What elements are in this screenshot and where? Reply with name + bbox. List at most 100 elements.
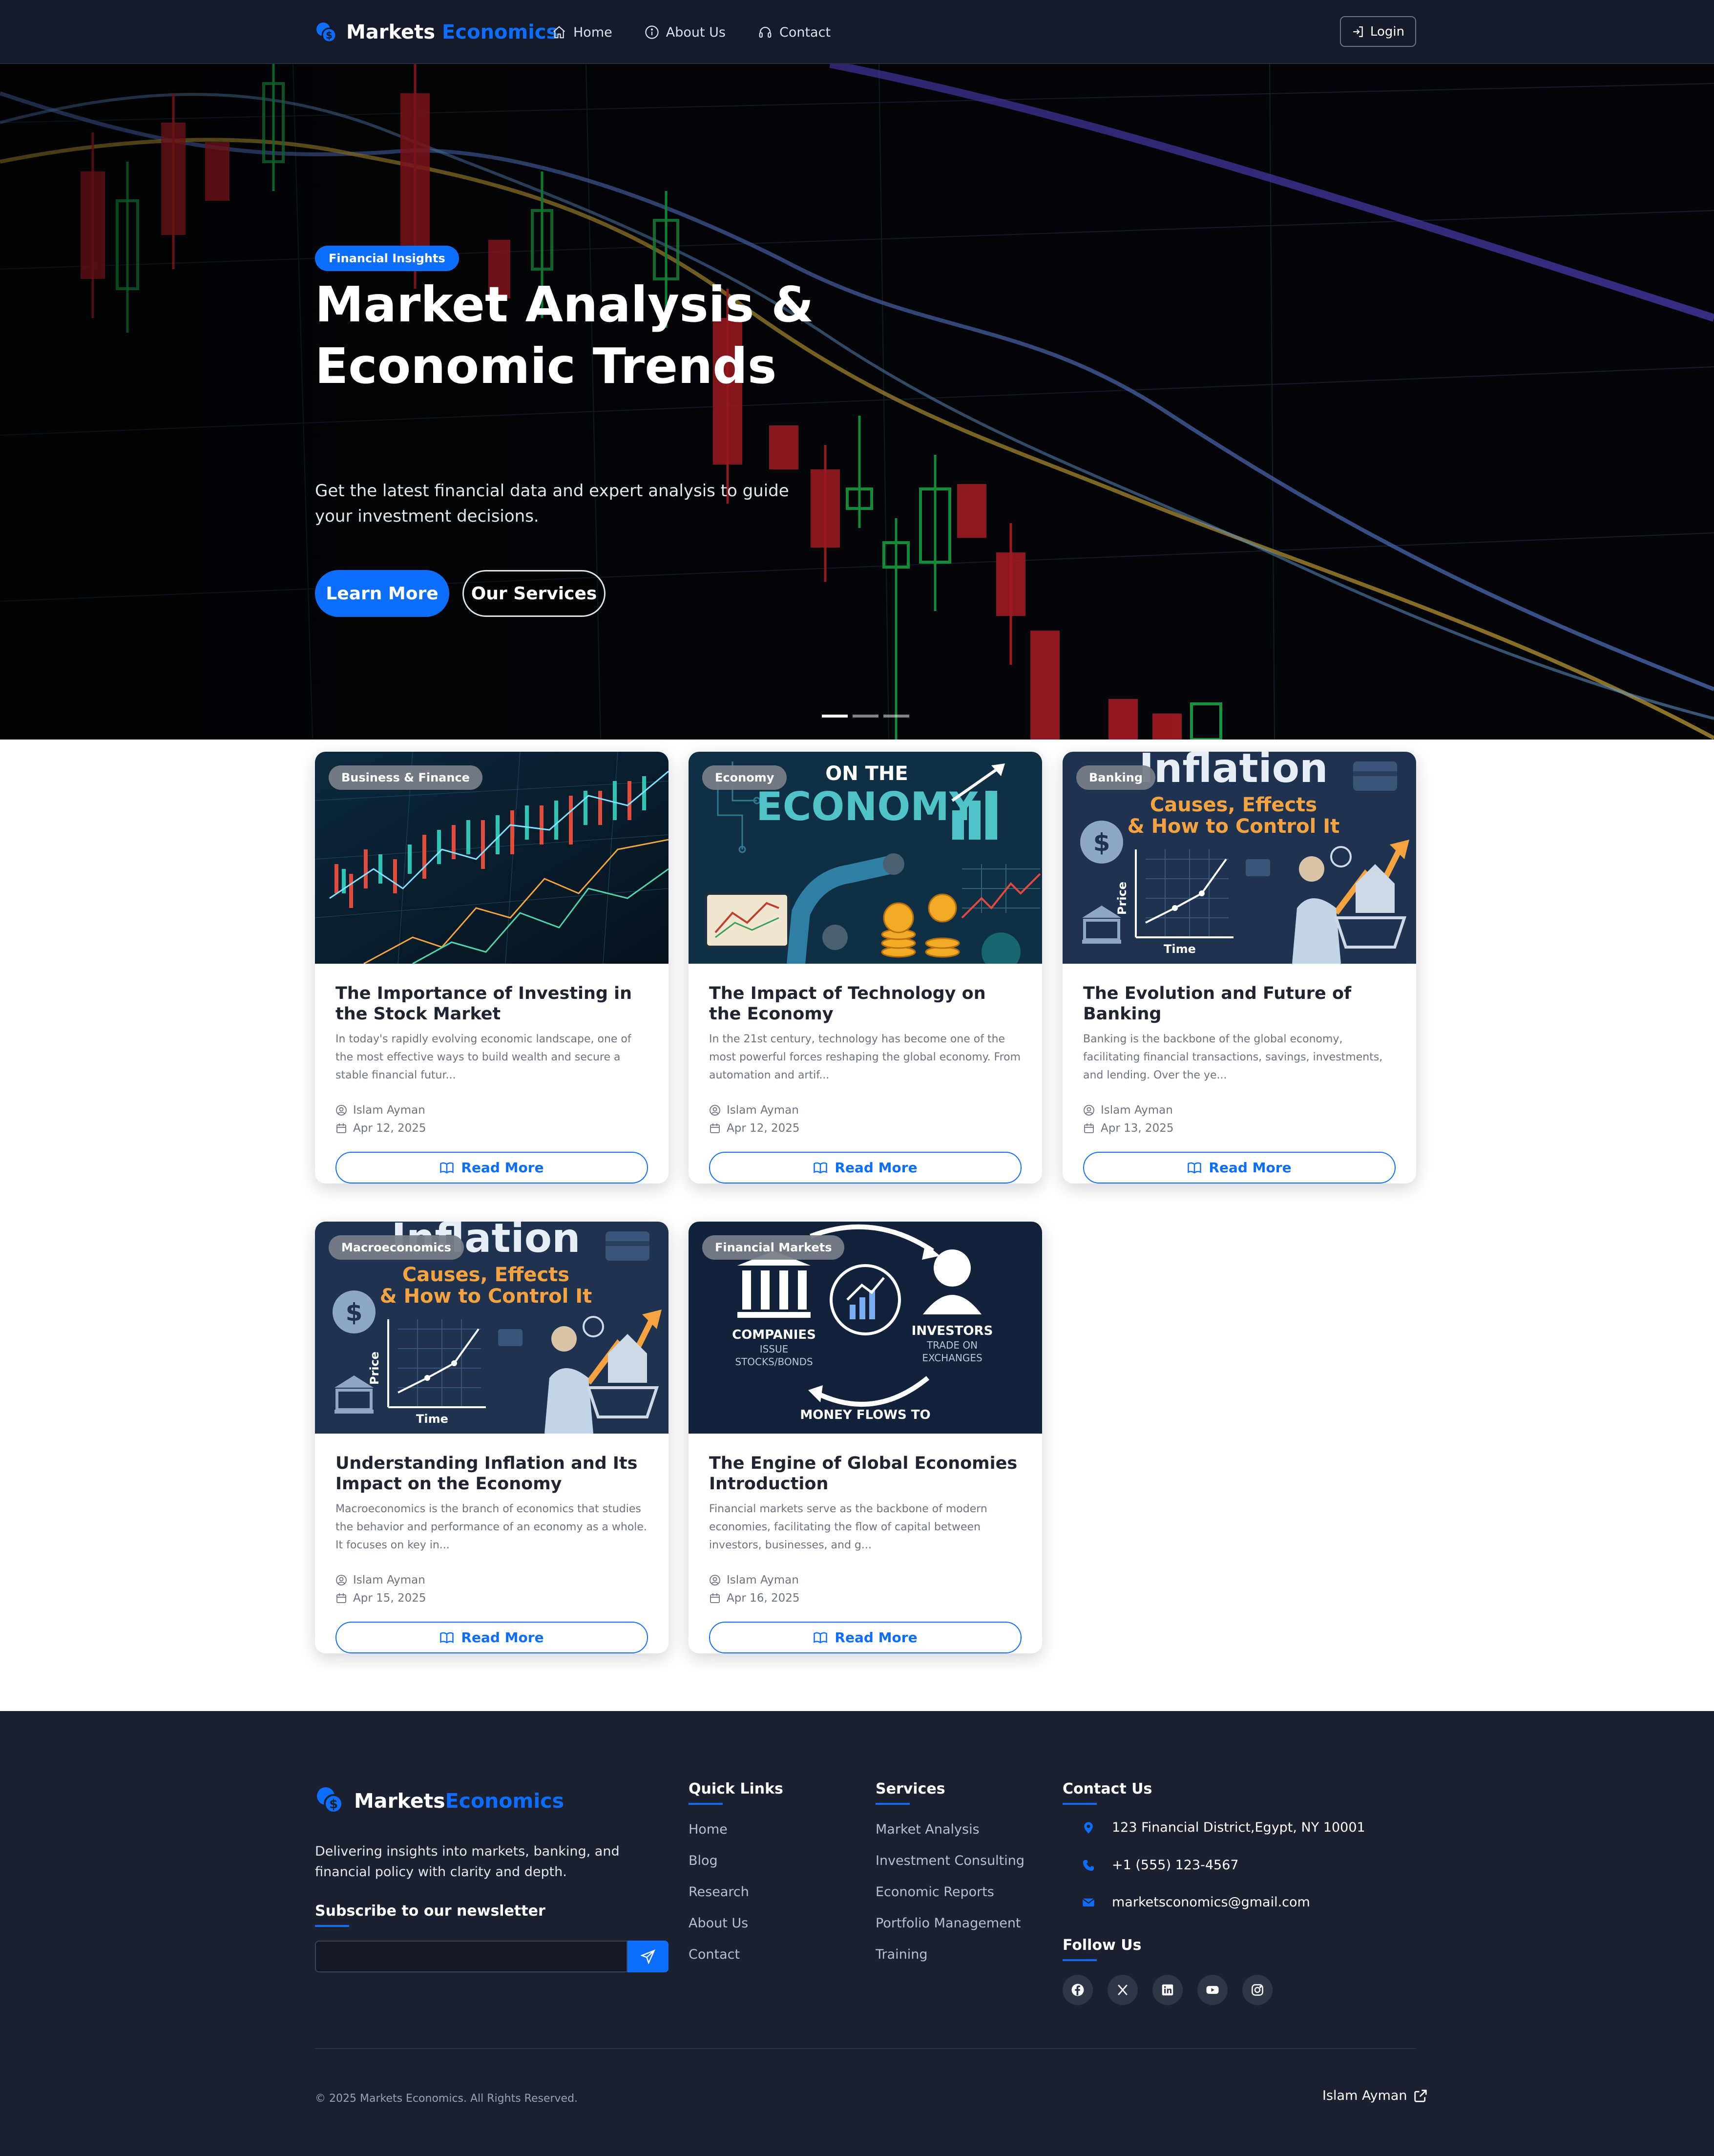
card-excerpt: In the 21st century, technology has beco…	[709, 1033, 1021, 1081]
footer-brand-part2: Economics	[445, 1789, 564, 1813]
svg-text:& How to Control It: & How to Control It	[1128, 815, 1339, 838]
footer-brand[interactable]: $ MarketsEconomics	[315, 1785, 564, 1817]
brand-name: Markets Economics	[346, 21, 558, 43]
facebook-link[interactable]	[1063, 1975, 1093, 2005]
login-button[interactable]: Login	[1340, 16, 1416, 47]
contact-phone-text: +1 (555) 123-4567	[1112, 1858, 1239, 1873]
author-name: Islam Ayman	[727, 1573, 799, 1586]
footer-brand-part1: Markets	[354, 1789, 445, 1813]
service-link-training[interactable]: Training	[876, 1946, 1024, 1977]
card-excerpt: Banking is the backbone of the global ec…	[1083, 1033, 1383, 1081]
author-row: Islam Ayman	[335, 1101, 648, 1119]
svg-text:Causes, Effects: Causes, Effects	[402, 1264, 569, 1286]
date-row: Apr 12, 2025	[709, 1119, 1022, 1137]
footer-brand-name: MarketsEconomics	[354, 1789, 564, 1813]
newsletter-submit-button[interactable]	[627, 1941, 669, 1972]
card-title[interactable]: The Importance of Investing in the Stock…	[335, 983, 648, 1024]
card-title[interactable]: The Impact of Technology on the Economy	[709, 983, 1022, 1024]
category-badge: Economy	[702, 765, 787, 790]
author-row: Islam Ayman	[335, 1571, 648, 1589]
instagram-link[interactable]	[1242, 1975, 1273, 2005]
card-title[interactable]: The Evolution and Future of Banking	[1083, 983, 1396, 1024]
book-icon	[814, 1632, 828, 1644]
read-more-button[interactable]: Read More	[1083, 1152, 1396, 1184]
read-more-button[interactable]: Read More	[709, 1152, 1022, 1184]
calendar-icon	[336, 1593, 346, 1603]
category-badge: Financial Markets	[702, 1235, 845, 1260]
brand-name-part2: Economics	[442, 21, 558, 43]
carousel-indicators	[822, 715, 909, 718]
user-circle-icon	[336, 1574, 347, 1585]
card-excerpt: In today's rapidly evolving economic lan…	[335, 1033, 631, 1081]
read-more-button[interactable]: Read More	[335, 1152, 648, 1184]
nav-link-about[interactable]: About Us	[645, 25, 726, 40]
footer-description: Delivering insights into markets, bankin…	[315, 1844, 620, 1880]
card-excerpt: Macroeconomics is the branch of economic…	[335, 1503, 647, 1551]
carousel-indicator-2[interactable]	[853, 715, 878, 718]
hero-title: Market Analysis & Economic Trends	[315, 276, 814, 395]
card-title[interactable]: The Engine of Global Economies Introduct…	[709, 1453, 1022, 1494]
footer-link-research[interactable]: Research	[689, 1883, 749, 1915]
svg-text:TRADE ON: TRADE ON	[926, 1339, 978, 1351]
svg-text:ECONOMY: ECONOMY	[756, 784, 978, 829]
nav-link-contact[interactable]: Contact	[758, 25, 831, 40]
brand-link[interactable]: $ Markets Economics	[315, 20, 558, 45]
post-date: Apr 12, 2025	[727, 1121, 800, 1135]
service-link-economic-reports[interactable]: Economic Reports	[876, 1883, 1024, 1915]
coins-logo-icon: $	[315, 1785, 344, 1817]
carousel-indicator-3[interactable]	[883, 715, 909, 718]
read-more-button[interactable]: Read More	[709, 1622, 1022, 1653]
footer-link-about[interactable]: About Us	[689, 1915, 749, 1946]
book-icon	[1188, 1162, 1202, 1174]
author-row: Islam Ayman	[1083, 1101, 1396, 1119]
nav-link-label: Home	[573, 24, 612, 40]
book-icon	[440, 1162, 454, 1174]
card-title[interactable]: Understanding Inflation and Its Impact o…	[335, 1453, 648, 1494]
site-footer: $ MarketsEconomics Delivering insights i…	[0, 1711, 1714, 2156]
service-link-investment-consulting[interactable]: Investment Consulting	[876, 1852, 1024, 1883]
linkedin-link[interactable]	[1152, 1975, 1183, 2005]
x-link[interactable]	[1108, 1975, 1138, 2005]
footer-link-home[interactable]: Home	[689, 1821, 749, 1852]
calendar-icon	[710, 1123, 720, 1133]
copyright-text: © 2025 Markets Economics. All Rights Res…	[315, 2093, 578, 2105]
svg-text:COMPANIES: COMPANIES	[732, 1328, 816, 1342]
post-date: Apr 13, 2025	[1101, 1121, 1174, 1135]
footer-link-contact[interactable]: Contact	[689, 1946, 749, 1977]
quick-links-list: Home Blog Research About Us Contact	[689, 1821, 749, 1977]
svg-text:& How to Control It: & How to Control It	[380, 1285, 592, 1308]
read-more-label: Read More	[461, 1629, 544, 1646]
post-date: Apr 12, 2025	[353, 1121, 426, 1135]
card-excerpt: Financial markets serve as the backbone …	[709, 1503, 987, 1551]
calendar-icon	[336, 1123, 346, 1133]
read-more-button[interactable]: Read More	[335, 1622, 648, 1653]
youtube-link[interactable]	[1197, 1975, 1228, 2005]
date-row: Apr 12, 2025	[335, 1119, 648, 1137]
svg-text:$: $	[329, 1797, 338, 1812]
contact-heading: Contact Us	[1063, 1780, 1152, 1805]
calendar-icon	[710, 1593, 720, 1603]
coins-logo-icon: $	[315, 21, 337, 43]
newsletter-email-input[interactable]	[315, 1941, 627, 1972]
hero-badge: Financial Insights	[315, 246, 459, 271]
our-services-button[interactable]: Our Services	[462, 570, 606, 617]
card-image: Inflation Causes, Effects & How to Contr…	[1063, 752, 1416, 964]
learn-more-button[interactable]: Learn More	[315, 570, 449, 617]
svg-text:Causes, Effects: Causes, Effects	[1150, 794, 1317, 816]
category-badge: Banking	[1076, 765, 1156, 790]
date-row: Apr 13, 2025	[1083, 1119, 1396, 1137]
nav-link-home[interactable]: Home	[552, 25, 612, 40]
quick-links-heading: Quick Links	[689, 1780, 783, 1805]
service-link-portfolio-management[interactable]: Portfolio Management	[876, 1915, 1024, 1946]
stock-chart-background-image	[0, 64, 1714, 740]
carousel-indicator-1[interactable]	[822, 715, 848, 718]
author-credit-link[interactable]: Islam Ayman	[1322, 2088, 1428, 2103]
main-nav: Home About Us Contact	[552, 21, 863, 43]
author-row: Islam Ayman	[709, 1101, 1022, 1119]
read-more-label: Read More	[1209, 1160, 1292, 1176]
service-link-market-analysis[interactable]: Market Analysis	[876, 1821, 1024, 1852]
user-circle-icon	[710, 1574, 720, 1585]
footer-link-blog[interactable]: Blog	[689, 1852, 749, 1883]
contact-address: 123 Financial District,Egypt, NY 10001	[1082, 1820, 1365, 1835]
svg-text:Price: Price	[368, 1352, 381, 1385]
